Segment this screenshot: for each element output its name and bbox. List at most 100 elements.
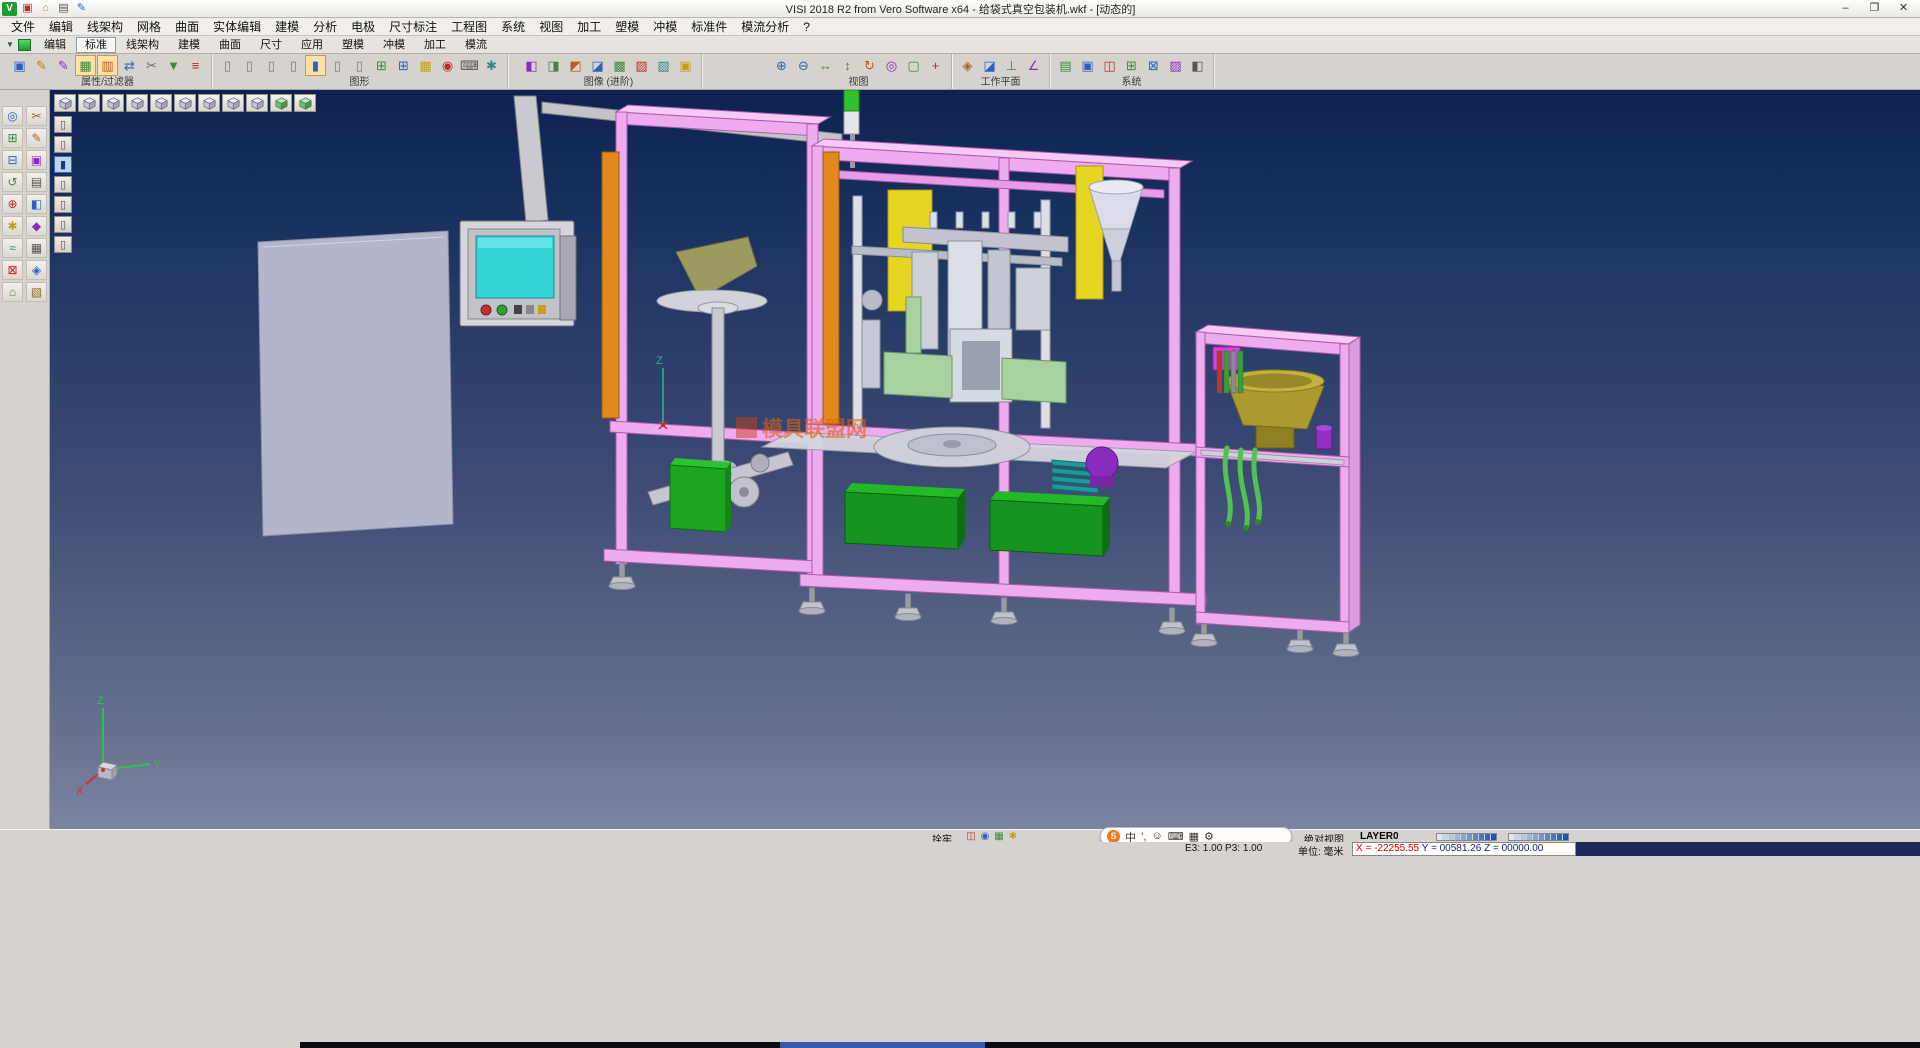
menu-item[interactable]: 工程图	[444, 17, 494, 36]
menu-item[interactable]: 文件	[4, 17, 42, 36]
toolbar-icon[interactable]: ▯	[327, 55, 348, 76]
sidebar-tool-icon[interactable]: ◎	[2, 106, 23, 126]
toolbar-icon[interactable]: ▢	[903, 55, 924, 76]
toolbar-icon[interactable]: +	[925, 55, 946, 76]
toolbar-icon[interactable]: ▼	[163, 55, 184, 76]
toolbar-icon[interactable]: ▮	[305, 55, 326, 76]
sidebar-tool-icon[interactable]: ▦	[26, 238, 47, 258]
toolbar-icon[interactable]: ✎	[31, 55, 52, 76]
toolbar-icon[interactable]: ✎	[53, 55, 74, 76]
view-cube-button[interactable]	[54, 94, 76, 112]
menu-item[interactable]: 视图	[532, 17, 570, 36]
minimize-button[interactable]: –	[1831, 1, 1860, 17]
ribbon-tab[interactable]: 建模	[169, 37, 209, 53]
ribbon-tab[interactable]: 编辑	[35, 37, 75, 53]
status-icon[interactable]: ◫	[964, 831, 978, 842]
sidebar-tool-icon[interactable]: ⊠	[2, 260, 23, 280]
sidebar-tool-icon[interactable]: ✱	[2, 216, 23, 236]
menu-item[interactable]: 网格	[130, 17, 168, 36]
toolbar-icon[interactable]: ↔	[815, 55, 836, 76]
quick-access-icon[interactable]: ▤	[55, 1, 72, 16]
toolbar-icon[interactable]: ◪	[979, 55, 1000, 76]
ribbon-tab[interactable]: 加工	[415, 37, 455, 53]
menu-item[interactable]: 系统	[494, 17, 532, 36]
sidebar-tool-icon[interactable]: ✂	[26, 106, 47, 126]
toolbar-icon[interactable]: ◉	[437, 55, 458, 76]
toolbar-icon[interactable]: ⇄	[119, 55, 140, 76]
toolbar-icon[interactable]: ▨	[631, 55, 652, 76]
toolbar-icon[interactable]: ✱	[481, 55, 502, 76]
menu-item[interactable]: 实体编辑	[206, 17, 268, 36]
ribbon-tab[interactable]: 线架构	[117, 37, 168, 53]
view-cube-button[interactable]	[222, 94, 244, 112]
sidebar-tool-icon[interactable]: ▣	[26, 150, 47, 170]
sidebar-tool-icon[interactable]: ◧	[26, 194, 47, 214]
menu-item[interactable]: 电极	[344, 17, 382, 36]
toolbar-icon[interactable]: ▯	[349, 55, 370, 76]
layer-indicator[interactable]: LAYER0	[1360, 831, 1399, 842]
view-cube-button[interactable]	[126, 94, 148, 112]
sidebar-tool-icon[interactable]: ⊕	[2, 194, 23, 214]
menu-item[interactable]: 分析	[306, 17, 344, 36]
toolbar-icon[interactable]: ⊠	[1143, 55, 1164, 76]
ribbon-tab[interactable]: 塑模	[333, 37, 373, 53]
toolbar-icon[interactable]: ▩	[609, 55, 630, 76]
toolbar-icon[interactable]: ◫	[1099, 55, 1120, 76]
toolbar-icon[interactable]: ▨	[1165, 55, 1186, 76]
menu-item[interactable]: 加工	[570, 17, 608, 36]
toolbar-icon[interactable]: ▯	[261, 55, 282, 76]
toolbar-icon[interactable]: ▣	[9, 55, 30, 76]
view-cube-button[interactable]	[294, 94, 316, 112]
sidebar-tool-icon[interactable]: ◆	[26, 216, 47, 236]
section-tool-button[interactable]: ▯	[54, 216, 72, 233]
view-cube-button[interactable]	[270, 94, 292, 112]
toolbar-icon[interactable]: ⌨	[459, 55, 480, 76]
ribbon-tab[interactable]: 尺寸	[251, 37, 291, 53]
toolbar-icon[interactable]: ◧	[1187, 55, 1208, 76]
tab-overflow-button[interactable]: ▼	[3, 40, 17, 49]
toolbar-icon[interactable]: ▦	[75, 55, 96, 76]
sidebar-tool-icon[interactable]: ≈	[2, 238, 23, 258]
toolbar-icon[interactable]: ◈	[957, 55, 978, 76]
quick-access-icon[interactable]: ⌂	[37, 1, 54, 16]
ribbon-tab[interactable]: 标准	[76, 37, 116, 53]
toolbar-icon[interactable]: ⊕	[771, 55, 792, 76]
menu-item[interactable]: 塑模	[608, 17, 646, 36]
toolbar-icon[interactable]: ≡	[185, 55, 206, 76]
sidebar-tool-icon[interactable]: ⊟	[2, 150, 23, 170]
section-tool-button[interactable]: ▯	[54, 236, 72, 253]
section-tool-button[interactable]: ▮	[54, 156, 72, 173]
section-tool-button[interactable]: ▯	[54, 196, 72, 213]
view-cube-button[interactable]	[78, 94, 100, 112]
sidebar-tool-icon[interactable]: ▧	[26, 282, 47, 302]
toolbar-icon[interactable]: ▣	[675, 55, 696, 76]
toolbar-icon[interactable]: ⊞	[371, 55, 392, 76]
sidebar-tool-icon[interactable]: ⌂	[2, 282, 23, 302]
toolbar-icon[interactable]: ▦	[415, 55, 436, 76]
view-cube-button[interactable]	[174, 94, 196, 112]
toolbar-icon[interactable]: ✂	[141, 55, 162, 76]
ribbon-tab[interactable]: 曲面	[210, 37, 250, 53]
toolbar-icon[interactable]: ⊞	[393, 55, 414, 76]
sidebar-tool-icon[interactable]: ◈	[26, 260, 47, 280]
toolbar-icon[interactable]: ◪	[587, 55, 608, 76]
toolbar-icon[interactable]: ↕	[837, 55, 858, 76]
section-tool-button[interactable]: ▯	[54, 116, 72, 133]
toolbar-icon[interactable]: ▧	[653, 55, 674, 76]
menu-item[interactable]: 标准件	[684, 17, 734, 36]
view-cube-button[interactable]	[198, 94, 220, 112]
viewport-3d[interactable]: 模具联盟网 Z Z Y X	[50, 90, 1920, 829]
menu-item[interactable]: 模流分析	[734, 17, 796, 36]
view-cube-button[interactable]	[102, 94, 124, 112]
status-icon[interactable]: ▦	[992, 831, 1006, 842]
section-tool-button[interactable]: ▯	[54, 176, 72, 193]
toolbar-icon[interactable]: ▤	[1055, 55, 1076, 76]
quick-access-icon[interactable]: ✎	[73, 1, 90, 16]
maximize-button[interactable]: ❐	[1860, 1, 1889, 17]
ime-punct-toggle[interactable]: ’,	[1141, 831, 1147, 843]
toolbar-icon[interactable]: ▯	[217, 55, 238, 76]
toolbar-icon[interactable]: ⊖	[793, 55, 814, 76]
quick-access-icon[interactable]: ▣	[19, 1, 36, 16]
sidebar-tool-icon[interactable]: ↺	[2, 172, 23, 192]
toolbar-icon[interactable]: ▯	[239, 55, 260, 76]
